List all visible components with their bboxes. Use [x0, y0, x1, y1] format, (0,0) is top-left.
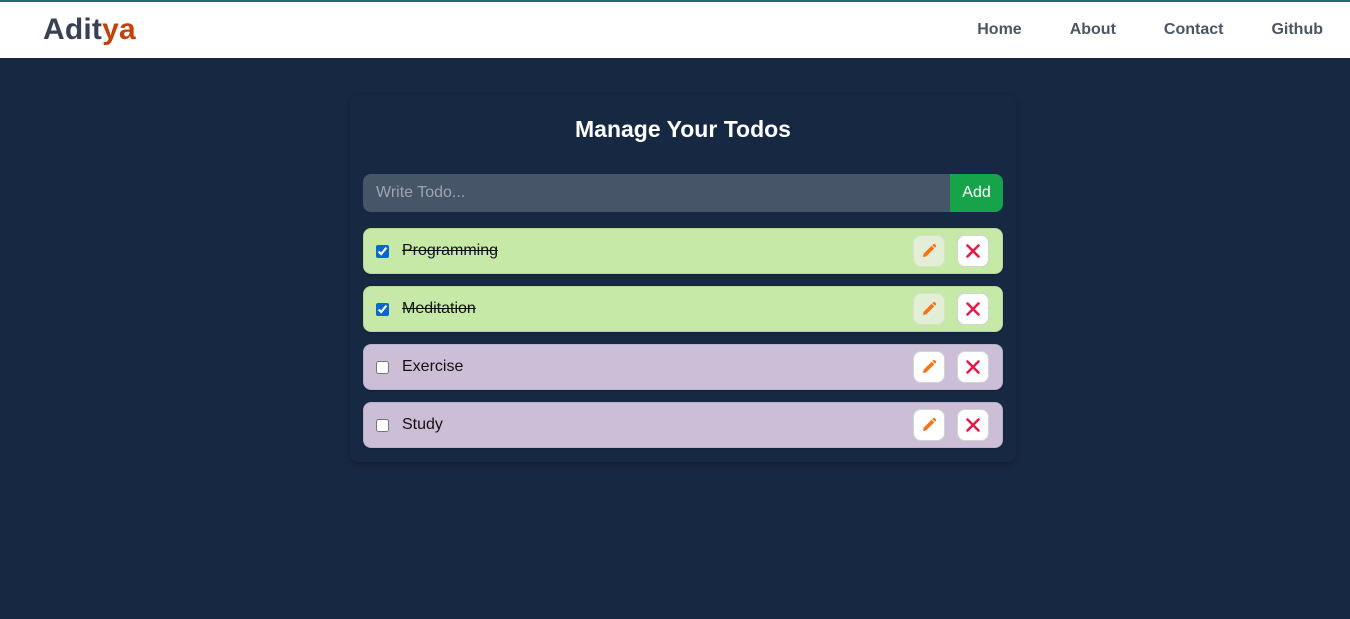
todo-form: Add [363, 174, 1003, 212]
nav-links: Home About Contact Github [929, 21, 1323, 39]
todo-text: Meditation [402, 300, 476, 317]
pencil-icon [921, 301, 937, 317]
nav-link-github[interactable]: Github [1271, 21, 1323, 39]
todo-list: Programming Meditation Exercise Study [363, 228, 1003, 460]
pencil-icon [921, 359, 937, 375]
delete-button[interactable] [957, 235, 989, 267]
delete-button[interactable] [957, 351, 989, 383]
todo-item: Programming [363, 228, 1003, 274]
edit-button[interactable] [913, 293, 945, 325]
delete-button[interactable] [957, 293, 989, 325]
todo-checkbox[interactable] [376, 360, 389, 374]
pencil-icon [921, 243, 937, 259]
todo-checkbox[interactable] [376, 418, 389, 432]
navbar: Aditya Home About Contact Github [0, 2, 1350, 58]
nav-link-about[interactable]: About [1070, 21, 1116, 39]
todo-checkbox[interactable] [376, 302, 389, 316]
delete-button[interactable] [957, 409, 989, 441]
nav-link-home[interactable]: Home [977, 21, 1021, 39]
todo-text: Programming [402, 242, 499, 259]
todo-item: Study [363, 402, 1003, 448]
todo-item: Meditation [363, 286, 1003, 332]
page-title: Manage Your Todos [575, 116, 791, 142]
todo-input[interactable] [363, 174, 950, 212]
edit-button[interactable] [913, 351, 945, 383]
close-icon [965, 301, 981, 317]
close-icon [965, 243, 981, 259]
site-logo[interactable]: Aditya [43, 13, 136, 47]
pencil-icon [921, 417, 937, 433]
logo-accent-text: ya [102, 13, 136, 46]
edit-button[interactable] [913, 235, 945, 267]
add-button[interactable]: Add [950, 174, 1003, 212]
close-icon [965, 417, 981, 433]
edit-button[interactable] [913, 409, 945, 441]
todo-text: Exercise [402, 358, 464, 375]
todo-checkbox[interactable] [376, 244, 389, 258]
todo-item: Exercise [363, 344, 1003, 390]
close-icon [965, 359, 981, 375]
nav-link-contact[interactable]: Contact [1164, 21, 1224, 39]
logo-main-text: Adit [43, 13, 103, 46]
todo-text: Study [402, 416, 443, 433]
